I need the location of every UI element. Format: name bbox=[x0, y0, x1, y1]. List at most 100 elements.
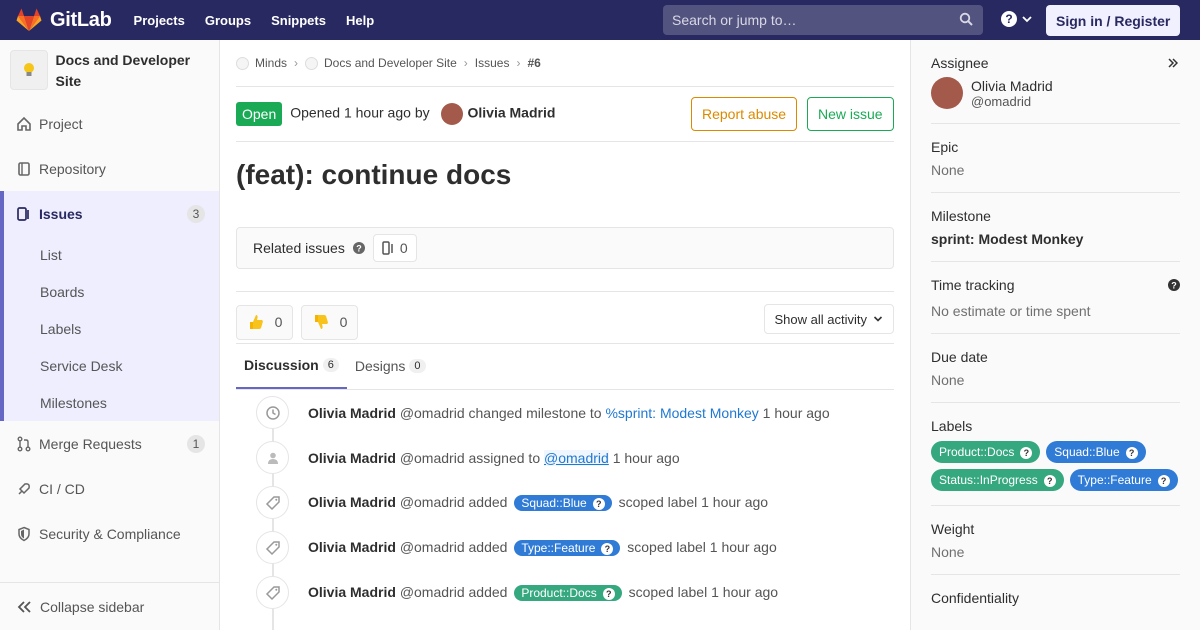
label-text: Squad::Blue bbox=[1054, 445, 1120, 459]
scoped-label[interactable]: Product::Docs? bbox=[514, 585, 622, 601]
sidebar-item-label: Project bbox=[39, 115, 83, 132]
epic-block: Epic None bbox=[931, 124, 1180, 193]
top-navbar: GitLab Projects Groups Snippets Help Sea… bbox=[0, 0, 1200, 40]
note-handle[interactable]: @omadrid bbox=[400, 539, 465, 555]
note-handle[interactable]: @omadrid bbox=[400, 494, 465, 510]
note-handle[interactable]: @omadrid bbox=[400, 450, 465, 466]
sidebar-item-repository[interactable]: Repository bbox=[0, 146, 219, 191]
thumbs-up-button[interactable]: 0 bbox=[236, 304, 293, 340]
double-chevron-right-icon[interactable] bbox=[1168, 58, 1178, 68]
nav-projects[interactable]: Projects bbox=[134, 13, 185, 28]
opened-time[interactable]: 1 hour ago bbox=[344, 105, 411, 121]
labels-block: Labels Product::Docs? Squad::Blue? Statu… bbox=[931, 403, 1180, 506]
sidebar-item-issues[interactable]: Issues 3 bbox=[0, 191, 219, 236]
scoped-label[interactable]: Type::Feature? bbox=[514, 540, 621, 556]
note-handle[interactable]: @omadrid bbox=[400, 584, 465, 600]
confidentiality-block: Confidentiality bbox=[931, 575, 1180, 620]
note-time[interactable]: 1 hour ago bbox=[710, 539, 777, 555]
question-icon: ? bbox=[602, 587, 615, 600]
repository-icon bbox=[16, 161, 32, 177]
milestone-link[interactable]: %sprint: Modest Monkey bbox=[605, 405, 758, 421]
note-time[interactable]: 1 hour ago bbox=[613, 450, 680, 466]
related-issues-count[interactable]: 0 bbox=[372, 234, 417, 262]
sidebar-item-ci-cd[interactable]: CI / CD bbox=[0, 466, 219, 511]
nav-groups[interactable]: Groups bbox=[205, 13, 251, 28]
note-action: assigned to bbox=[468, 449, 541, 466]
collapse-sidebar-button[interactable]: Collapse sidebar bbox=[0, 582, 219, 630]
note-time[interactable]: 1 hour ago bbox=[711, 584, 778, 600]
collapse-sidebar-label: Collapse sidebar bbox=[40, 598, 145, 615]
label-product-docs[interactable]: Product::Docs? bbox=[931, 441, 1041, 463]
tab-count: 0 bbox=[409, 358, 426, 373]
milestone-title: Milestone bbox=[931, 208, 991, 224]
system-note: Olivia Madrid @omadrid changed milestone… bbox=[236, 390, 894, 435]
time-tracking-value: No estimate or time spent bbox=[931, 303, 1091, 319]
weight-value: None bbox=[931, 544, 965, 560]
activity-filter-dropdown[interactable]: Show all activity bbox=[763, 304, 894, 334]
merge-requests-count-badge: 1 bbox=[187, 435, 205, 453]
tag-icon bbox=[256, 576, 289, 609]
assignee-link[interactable]: @omadrid bbox=[544, 449, 609, 466]
sidebar-item-security[interactable]: Security & Compliance bbox=[0, 511, 219, 556]
note-author[interactable]: Olivia Madrid bbox=[308, 584, 396, 600]
submenu-item-boards[interactable]: Boards bbox=[4, 273, 219, 310]
new-issue-button[interactable]: New issue bbox=[807, 97, 894, 131]
sign-in-button[interactable]: Sign in / Register bbox=[1046, 5, 1181, 36]
question-icon[interactable]: ? bbox=[352, 242, 365, 254]
sidebar-item-project[interactable]: Project bbox=[0, 101, 219, 146]
question-icon: ? bbox=[601, 542, 614, 555]
tab-label: Designs bbox=[354, 357, 406, 374]
author-avatar[interactable] bbox=[440, 103, 463, 125]
author-name[interactable]: Olivia Madrid bbox=[468, 105, 556, 121]
svg-text:?: ? bbox=[356, 244, 362, 254]
issue-title: (feat): continue docs bbox=[236, 159, 512, 190]
gitlab-logo[interactable]: GitLab bbox=[16, 0, 112, 40]
scoped-label[interactable]: Squad::Blue? bbox=[514, 495, 612, 511]
help-dropdown[interactable]: ? bbox=[1000, 10, 1033, 28]
note-time[interactable]: 1 hour ago bbox=[701, 494, 768, 510]
system-note: Olivia Madrid @omadrid added Product::Do… bbox=[236, 570, 894, 615]
discussion-timeline: Olivia Madrid @omadrid changed milestone… bbox=[236, 390, 894, 630]
system-note: Olivia Madrid @omadrid added Type::Featu… bbox=[236, 525, 894, 570]
label-type-feature[interactable]: Type::Feature? bbox=[1069, 469, 1178, 491]
breadcrumb-item-project[interactable]: Docs and Developer Site bbox=[324, 56, 457, 70]
submenu-item-labels[interactable]: Labels bbox=[4, 310, 219, 347]
sidebar-item-merge-requests[interactable]: Merge Requests 1 bbox=[0, 421, 219, 466]
question-icon[interactable]: ? bbox=[1168, 279, 1180, 291]
label-status-inprogress[interactable]: Status::InProgress? bbox=[931, 469, 1064, 491]
note-time[interactable]: 1 hour ago bbox=[763, 405, 830, 421]
note-author[interactable]: Olivia Madrid bbox=[308, 405, 396, 421]
project-name: Docs and Developer Site bbox=[55, 52, 191, 89]
assignee-user[interactable]: Olivia Madrid @omadrid bbox=[931, 77, 1180, 109]
breadcrumb-item-issues[interactable]: Issues bbox=[475, 56, 510, 70]
breadcrumb-item-group[interactable]: Minds bbox=[255, 56, 287, 70]
assignee-handle: @omadrid bbox=[971, 93, 1032, 109]
submenu-item-service-desk[interactable]: Service Desk bbox=[4, 347, 219, 384]
top-nav-links: Projects Groups Snippets Help bbox=[134, 13, 395, 28]
related-issues-title: Related issues bbox=[253, 240, 345, 256]
project-header[interactable]: Docs and Developer Site bbox=[0, 40, 219, 101]
issues-count-badge: 3 bbox=[187, 205, 205, 223]
report-abuse-button[interactable]: Report abuse bbox=[691, 97, 798, 131]
tag-icon bbox=[256, 486, 289, 519]
right-sidebar: Assignee Olivia Madrid @omadrid Epic Non… bbox=[910, 40, 1200, 630]
milestone-value[interactable]: sprint: Modest Monkey bbox=[931, 231, 1083, 247]
note-author[interactable]: Olivia Madrid bbox=[308, 450, 396, 466]
breadcrumb-item-current[interactable]: #6 bbox=[527, 56, 540, 70]
submenu-item-list[interactable]: List bbox=[4, 236, 219, 273]
search-input[interactable]: Search or jump to… bbox=[663, 5, 983, 35]
thumbs-down-button[interactable]: 0 bbox=[301, 304, 358, 340]
label-squad-blue[interactable]: Squad::Blue? bbox=[1046, 441, 1146, 463]
tab-discussion[interactable]: Discussion 6 bbox=[236, 342, 347, 389]
nav-snippets[interactable]: Snippets bbox=[271, 13, 326, 28]
note-author[interactable]: Olivia Madrid bbox=[308, 494, 396, 510]
thumbs-down-count: 0 bbox=[339, 314, 348, 330]
note-author[interactable]: Olivia Madrid bbox=[308, 539, 396, 555]
tab-designs[interactable]: Designs 0 bbox=[347, 342, 434, 389]
note-handle[interactable]: @omadrid bbox=[400, 405, 465, 421]
chevron-down-icon bbox=[873, 316, 883, 322]
nav-help[interactable]: Help bbox=[346, 13, 374, 28]
issues-submenu: List Boards Labels Service Desk Mileston… bbox=[0, 236, 219, 421]
submenu-item-milestones[interactable]: Milestones bbox=[4, 384, 219, 421]
thumbs-up-icon bbox=[249, 315, 263, 329]
